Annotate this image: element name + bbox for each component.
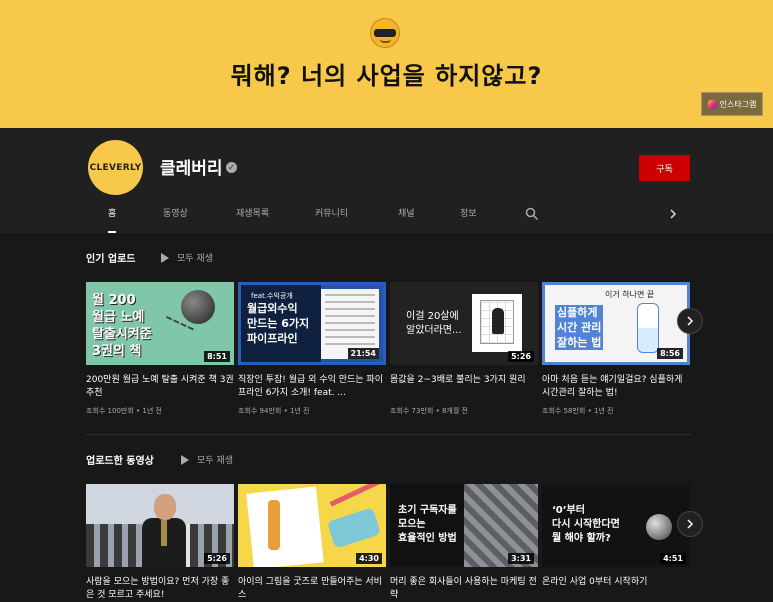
thumbnail-text: 초기 구독자를 모으는 효율적인 방법: [398, 505, 457, 544]
thumbnail-text: 심플하게 시간 관리 잘하는 법: [555, 305, 604, 350]
thumbnail-tag: feat.수익공개: [251, 292, 293, 300]
play-all-label: 모두 재생: [177, 254, 213, 264]
video-card[interactable]: 월 200 월급 노예 탈출시켜준 3권의 책 8:51 200만원 월급 노예…: [86, 282, 234, 416]
thumbnail-text: 월 200 월급 노예 탈출시켜준 3권의 책: [92, 293, 152, 359]
video-thumbnail[interactable]: ‘0’부터 다시 시작한다면 뭘 해야 할까? 4:51: [542, 484, 690, 567]
channel-header: CLEVERLY 클레버리 ✓ 구독 홈 동영상 재생목록 커뮤니티 채널 정보: [0, 128, 773, 233]
video-thumbnail[interactable]: 초기 구독자를 모으는 효율적인 방법 3:31: [390, 484, 538, 567]
instagram-link[interactable]: 인스타그램: [701, 92, 763, 116]
video-card[interactable]: 5:26 사람을 모으는 방법이요? 먼저 가장 좋은 것 모르고 주세요!: [86, 484, 234, 602]
video-card[interactable]: feat.수익공개 월급외수익 만드는 6가지 파이프라인 21:54 직장인 …: [238, 282, 386, 416]
video-duration: 21:54: [347, 348, 379, 359]
section-divider: [86, 434, 691, 435]
video-title[interactable]: 아마 처음 듣는 얘기일걸요? 심플하게 시간관리 잘하는 법!: [542, 374, 690, 400]
tab-community[interactable]: 커뮤니티: [315, 204, 348, 233]
thumbnail-text: ‘0’부터 다시 시작한다면 뭘 해야 할까?: [552, 505, 620, 544]
video-title[interactable]: 아이의 그림을 굿즈로 만들어주는 서비스: [238, 576, 386, 602]
section-title-uploads: 업로드한 동영상: [86, 456, 154, 467]
video-title[interactable]: 직장인 투잡! 월급 외 수익 만드는 파이프라인 6가지 소개! feat. …: [238, 374, 386, 400]
video-title[interactable]: 머리 좋은 회사들이 사용하는 마케팅 전략: [390, 576, 538, 602]
shelf-next-button[interactable]: [677, 511, 703, 537]
video-card[interactable]: 4:30 아이의 그림을 굿즈로 만들어주는 서비스: [238, 484, 386, 602]
video-thumbnail[interactable]: 이걸 20살에 알았더라면... 5:26: [390, 282, 538, 365]
chevron-right-icon: [687, 519, 694, 529]
play-all-label: 모두 재생: [197, 456, 233, 466]
video-duration: 4:30: [356, 553, 382, 564]
video-card[interactable]: ‘0’부터 다시 시작한다면 뭘 해야 할까? 4:51 온라인 사업 0부터 …: [542, 484, 690, 602]
video-thumbnail[interactable]: 이거 하나면 끝 심플하게 시간 관리 잘하는 법 8:56: [542, 282, 690, 365]
tab-videos[interactable]: 동영상: [163, 204, 188, 233]
video-duration: 3:31: [508, 553, 534, 564]
chevron-right-icon: [687, 316, 694, 326]
video-thumbnail[interactable]: 월 200 월급 노예 탈출시켜준 3권의 책 8:51: [86, 282, 234, 365]
video-duration: 8:51: [204, 351, 230, 362]
tab-home[interactable]: 홈: [108, 204, 117, 233]
tab-channels[interactable]: 채널: [398, 204, 415, 233]
video-title[interactable]: 몸값을 2~3배로 불리는 3가지 원리: [390, 374, 538, 400]
video-thumbnail[interactable]: feat.수익공개 월급외수익 만드는 6가지 파이프라인 21:54: [238, 282, 386, 365]
tab-about[interactable]: 정보: [460, 204, 477, 233]
thumbnail-top-text: 이거 하나면 끝: [605, 290, 655, 299]
video-card[interactable]: 이거 하나면 끝 심플하게 시간 관리 잘하는 법 8:56 아마 처음 듣는 …: [542, 282, 690, 416]
banner-slogan: 뭐해? 너의 사업을 하지않고?: [230, 62, 543, 90]
video-duration: 5:26: [508, 351, 534, 362]
thumbnail-text: 이걸 20살에 알았더라면...: [406, 311, 462, 336]
instagram-icon: [707, 99, 717, 109]
video-thumbnail[interactable]: 4:30: [238, 484, 386, 567]
video-card[interactable]: 초기 구독자를 모으는 효율적인 방법 3:31 머리 좋은 회사들이 사용하는…: [390, 484, 538, 602]
play-icon: [181, 454, 189, 465]
play-all-button[interactable]: 모두 재생: [161, 251, 213, 264]
play-icon: [161, 252, 169, 263]
video-duration: 8:56: [657, 348, 683, 359]
channel-name: 클레버리: [160, 159, 223, 179]
channel-tabs: 홈 동영상 재생목록 커뮤니티 채널 정보: [0, 204, 773, 233]
thumbnail-text: 월급외수익 만드는 6가지 파이프라인: [247, 302, 310, 345]
video-title[interactable]: 사람을 모으는 방법이요? 먼저 가장 좋은 것 모르고 주세요!: [86, 576, 234, 602]
video-card[interactable]: 이걸 20살에 알았더라면... 5:26 몸값을 2~3배로 불리는 3가지 …: [390, 282, 538, 416]
video-meta: 조회수 100만회 • 1년 전: [86, 407, 162, 415]
subscribe-button[interactable]: 구독: [639, 155, 690, 181]
sunglasses-emoji-icon: [370, 18, 400, 48]
video-thumbnail[interactable]: 5:26: [86, 484, 234, 567]
play-all-button[interactable]: 모두 재생: [181, 453, 233, 466]
video-meta: 조회수 58만회 • 1년 전: [542, 407, 614, 415]
tab-playlists[interactable]: 재생목록: [236, 204, 269, 233]
section-title-popular: 인기 업로드: [86, 254, 136, 265]
video-duration: 4:51: [660, 553, 686, 564]
video-meta: 조회수 73만회 • 8개월 전: [390, 407, 468, 415]
search-icon[interactable]: [525, 207, 539, 221]
shelf-next-button[interactable]: [677, 308, 703, 334]
chevron-right-icon[interactable]: [666, 207, 680, 221]
channel-banner: 뭐해? 너의 사업을 하지않고? 인스타그램: [0, 0, 773, 128]
video-meta: 조회수 94만회 • 1년 전: [238, 407, 310, 415]
video-duration: 5:26: [204, 553, 230, 564]
video-title[interactable]: 200만원 월급 노예 탈출 시켜준 책 3권 추천: [86, 374, 234, 400]
verified-check-icon: ✓: [226, 162, 237, 173]
instagram-label: 인스타그램: [719, 99, 757, 109]
video-title[interactable]: 온라인 사업 0부터 시작하기: [542, 576, 690, 602]
channel-avatar[interactable]: CLEVERLY: [88, 140, 143, 195]
